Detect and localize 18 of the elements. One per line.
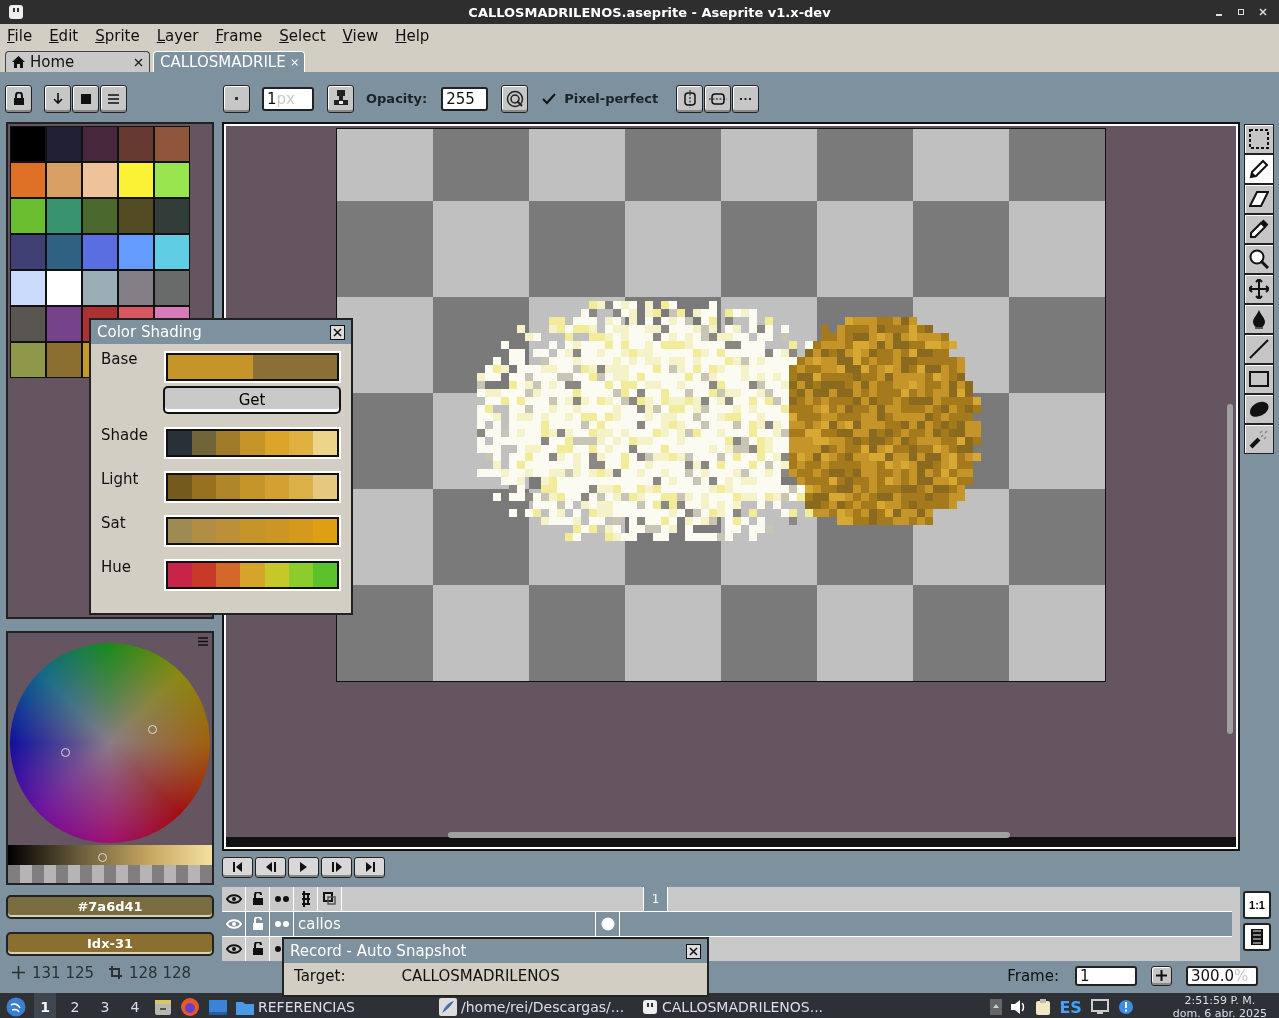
clock-date: dom. 6 abr. 2025: [1172, 1007, 1267, 1018]
opacity-label: Opacity:: [366, 91, 428, 107]
cursor-position: 131 125: [32, 963, 95, 982]
window-title: CALLOSMADRILENOS.aseprite - Aseprite v1.x-dev: [467, 4, 832, 20]
ramp-label: Sat: [101, 514, 127, 532]
ramp-label: Shade: [101, 426, 149, 444]
target-value: CALLOSMADRILENOS: [401, 967, 560, 985]
pixel-perfect-label: Pixel-perfect: [564, 91, 659, 107]
dialog-title: Color Shading: [97, 323, 202, 341]
layer-name: callos: [298, 914, 341, 933]
target-label: Target:: [294, 967, 346, 985]
ramp-label: Hue: [101, 558, 132, 576]
clock-time: 2:51:59 P. M.: [1184, 994, 1256, 1007]
dialog-title: Record - Auto Snapshot: [290, 942, 467, 960]
ramp-label: Light: [101, 470, 140, 488]
sprite-size: 128 128: [129, 963, 192, 982]
frame-label: Frame:: [1007, 966, 1059, 985]
base-label: Base: [101, 350, 139, 368]
